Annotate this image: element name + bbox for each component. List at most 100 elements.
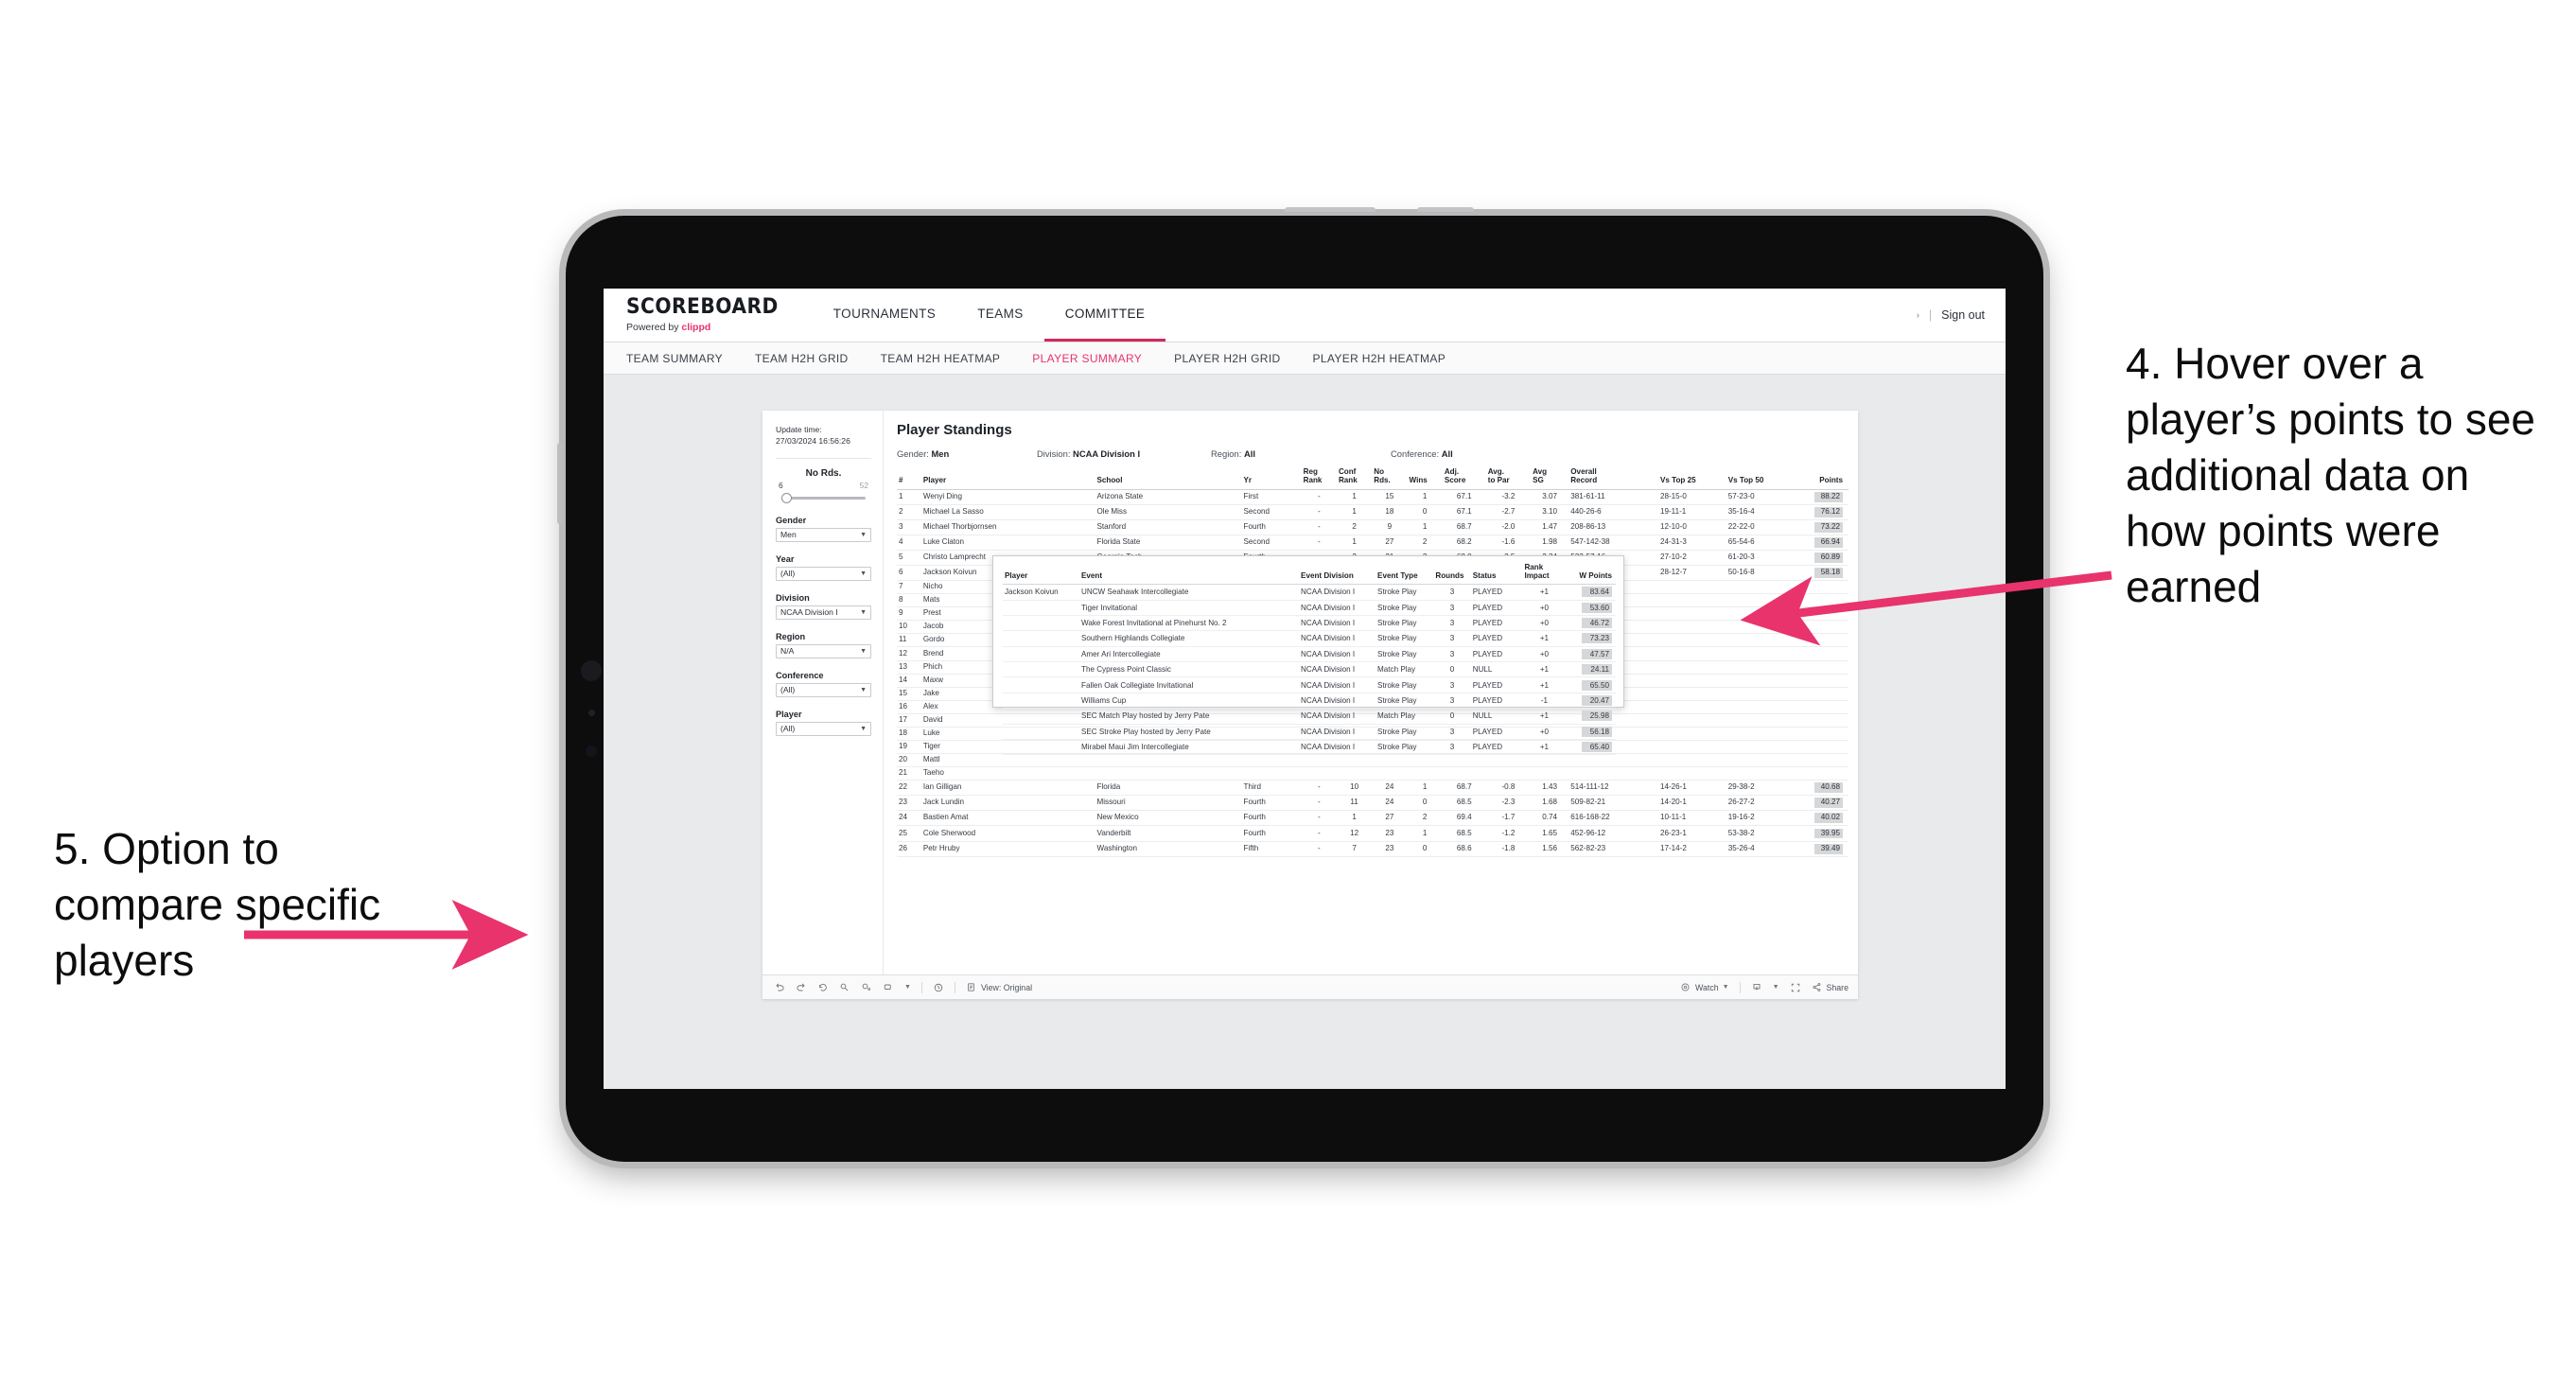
cell-pts[interactable] (1794, 753, 1849, 768)
col-vs-top-25[interactable]: Vs Top 25 (1657, 467, 1726, 490)
col-rank[interactable]: # (897, 467, 921, 490)
table-row[interactable]: 23 Jack Lundin Missouri Fourth -11 24 0 68.5 -2.… (897, 795, 1849, 812)
download-icon[interactable] (1751, 982, 1762, 993)
pause-auto-update-icon[interactable] (861, 982, 872, 993)
cell-pts[interactable]: 76.12 (1794, 504, 1849, 520)
filter-region-select[interactable]: N/A ▼ (776, 643, 871, 658)
filter-year-select[interactable]: (All) ▼ (776, 566, 871, 581)
slider-handle[interactable] (781, 492, 792, 503)
points-value[interactable]: 39.49 (1814, 843, 1843, 854)
device-preview-icon[interactable] (933, 982, 944, 993)
cell-pts[interactable]: 40.68 (1794, 780, 1849, 797)
nav-tournaments[interactable]: TOURNAMENTS (813, 289, 956, 342)
table-row[interactable]: 20 Mattl (897, 753, 1849, 768)
custom-view-icon[interactable] (883, 982, 894, 993)
col-no-rds[interactable]: No Rds. (1372, 467, 1408, 490)
tab-player-h2h-heatmap[interactable]: PLAYER H2H HEATMAP (1313, 352, 1446, 365)
brand-logo[interactable]: SCOREBOARD Powered by clippd (604, 289, 813, 342)
revert-icon[interactable] (817, 982, 829, 993)
table-row[interactable]: 3 Michael Thorbjornsen Stanford Fourth -2 9 1 6… (897, 519, 1849, 535)
points-value[interactable]: 76.12 (1814, 506, 1843, 518)
table-row[interactable]: 26 Petr Hruby Washington Fifth -7 23 0 68.6 -1.8… (897, 841, 1849, 857)
tab-team-summary[interactable]: TEAM SUMMARY (626, 352, 723, 365)
cell-pts[interactable] (1794, 766, 1849, 781)
sign-out-link[interactable]: Sign out (1941, 308, 1985, 322)
cell-pts[interactable] (1794, 727, 1849, 742)
points-value[interactable]: 60.89 (1814, 553, 1843, 563)
points-value[interactable]: 73.22 (1814, 521, 1843, 533)
col-reg-rank[interactable]: Reg Rank (1301, 467, 1337, 490)
update-time: Update time: 27/03/2024 16:56:26 (776, 424, 871, 447)
cell-pts[interactable] (1794, 740, 1849, 755)
cell-regr: - (1301, 810, 1337, 827)
chevron-down-icon: ▼ (860, 686, 867, 693)
tab-player-h2h-grid[interactable]: PLAYER H2H GRID (1174, 352, 1280, 365)
chevron-right-icon[interactable]: › (1917, 310, 1919, 320)
chevron-down-icon: ▼ (860, 647, 867, 655)
cell-confr: 1 (1336, 535, 1373, 551)
cell-pts[interactable] (1794, 700, 1849, 714)
points-value[interactable]: 39.95 (1814, 828, 1843, 839)
fullscreen-icon[interactable] (1790, 982, 1801, 993)
cell-pts[interactable]: 40.27 (1794, 795, 1849, 812)
points-value[interactable]: 40.27 (1814, 798, 1843, 809)
watch-button[interactable]: Watch ▼ (1680, 982, 1729, 993)
meta-gender-label: Gender: (897, 448, 929, 459)
undo-icon[interactable] (774, 982, 785, 993)
nav-teams[interactable]: TEAMS (956, 289, 1044, 342)
filter-conference-select[interactable]: (All) ▼ (776, 682, 871, 697)
tab-team-h2h-grid[interactable]: TEAM H2H GRID (755, 352, 849, 365)
points-value[interactable]: 66.94 (1814, 536, 1843, 548)
cell-pts[interactable] (1794, 713, 1849, 728)
nav-committee[interactable]: COMMITTEE (1043, 289, 1166, 342)
col-year[interactable]: Yr (1241, 467, 1302, 490)
cell-yr: Third (1241, 780, 1302, 797)
view-original-button[interactable]: View: Original (966, 982, 1032, 993)
redo-icon[interactable] (796, 982, 807, 993)
filter-division-select[interactable]: NCAA Division I ▼ (776, 605, 871, 620)
tooltip-row: Amer Ari Intercollegiate NCAA Division IS… (1003, 646, 1616, 663)
table-row[interactable]: 24 Bastien Amat New Mexico Fourth -1 27 2 69.4-… (897, 810, 1849, 827)
col-wins[interactable]: Wins (1407, 467, 1443, 490)
col-player[interactable]: Player (920, 467, 1095, 490)
cell-pts[interactable] (1794, 674, 1849, 688)
col-conf-rank[interactable]: Conf Rank (1336, 467, 1373, 490)
points-value[interactable]: 88.22 (1814, 491, 1843, 502)
cell-sg: 1.43 (1531, 780, 1569, 797)
table-row[interactable]: 22 Ian Gilligan Florida Third -10 24 1 68.7 -0.8… (897, 780, 1849, 797)
table-row[interactable]: 21 Taeho (897, 766, 1849, 781)
tab-player-summary[interactable]: PLAYER SUMMARY (1032, 352, 1142, 365)
cell-pts[interactable] (1794, 687, 1849, 701)
refresh-icon[interactable] (839, 982, 850, 993)
no-rounds-slider[interactable] (776, 492, 871, 503)
tooltip-cell-player (1003, 693, 1079, 710)
chevron-down-icon[interactable]: ▼ (1773, 984, 1779, 991)
table-row[interactable]: 4 Luke Claton Florida State Second -1 27 2 68.2… (897, 535, 1849, 551)
chevron-down-icon[interactable]: ▼ (904, 984, 911, 991)
filter-gender-select[interactable]: Men ▼ (776, 527, 871, 542)
cell-pts[interactable]: 39.49 (1794, 841, 1849, 857)
col-avg-to-par[interactable]: Avg. to Par (1485, 467, 1532, 490)
cell-pts[interactable]: 73.22 (1794, 519, 1849, 535)
table-row[interactable]: 25 Cole Sherwood Vanderbilt Fourth -12 23 1 68.… (897, 825, 1849, 842)
col-adj-score[interactable]: Adj. Score (1442, 467, 1486, 490)
cell-adj: 67.1 (1442, 489, 1486, 505)
cell-pts[interactable]: 40.02 (1794, 810, 1849, 827)
points-value[interactable]: 40.02 (1814, 813, 1843, 824)
col-vs-top-50[interactable]: Vs Top 50 (1726, 467, 1795, 490)
col-overall-record[interactable]: Overall Record (1568, 467, 1658, 490)
points-value[interactable]: 40.68 (1814, 782, 1843, 794)
col-points[interactable]: Points (1794, 467, 1849, 490)
table-row[interactable]: 2 Michael La Sasso Ole Miss Second -1 18 0 67.1… (897, 504, 1849, 520)
cell-pts[interactable]: 66.94 (1794, 535, 1849, 551)
share-button[interactable]: Share (1812, 982, 1849, 993)
cell-pts[interactable]: 60.89 (1794, 550, 1849, 566)
col-school[interactable]: School (1095, 467, 1242, 490)
meta-conference-label: Conference: (1391, 448, 1440, 459)
cell-pts[interactable]: 88.22 (1794, 489, 1849, 505)
table-row[interactable]: 1 Wenyi Ding Arizona State First -1 15 1 67.1 -3… (897, 489, 1849, 505)
cell-pts[interactable]: 39.95 (1794, 825, 1849, 842)
col-avg-sg[interactable]: Avg SG (1531, 467, 1569, 490)
filter-player-select[interactable]: (All) ▼ (776, 721, 871, 736)
tab-team-h2h-heatmap[interactable]: TEAM H2H HEATMAP (881, 352, 1001, 365)
